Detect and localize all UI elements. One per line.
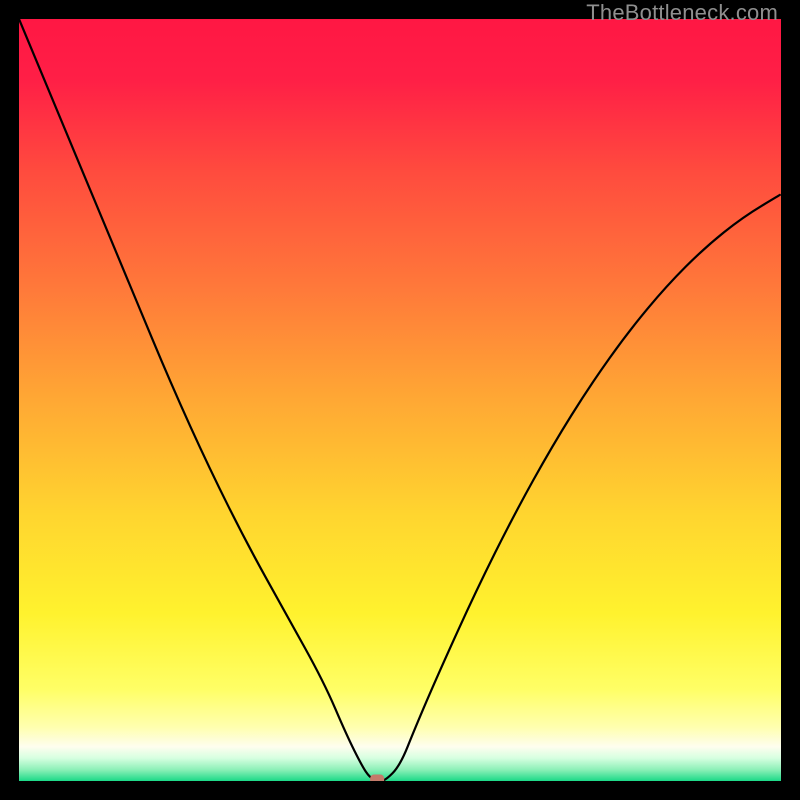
watermark-text: TheBottleneck.com: [586, 0, 778, 26]
chart-background: [19, 19, 781, 781]
chart-frame: [19, 19, 781, 781]
bottleneck-chart: [19, 19, 781, 781]
current-point-marker: [370, 774, 384, 781]
